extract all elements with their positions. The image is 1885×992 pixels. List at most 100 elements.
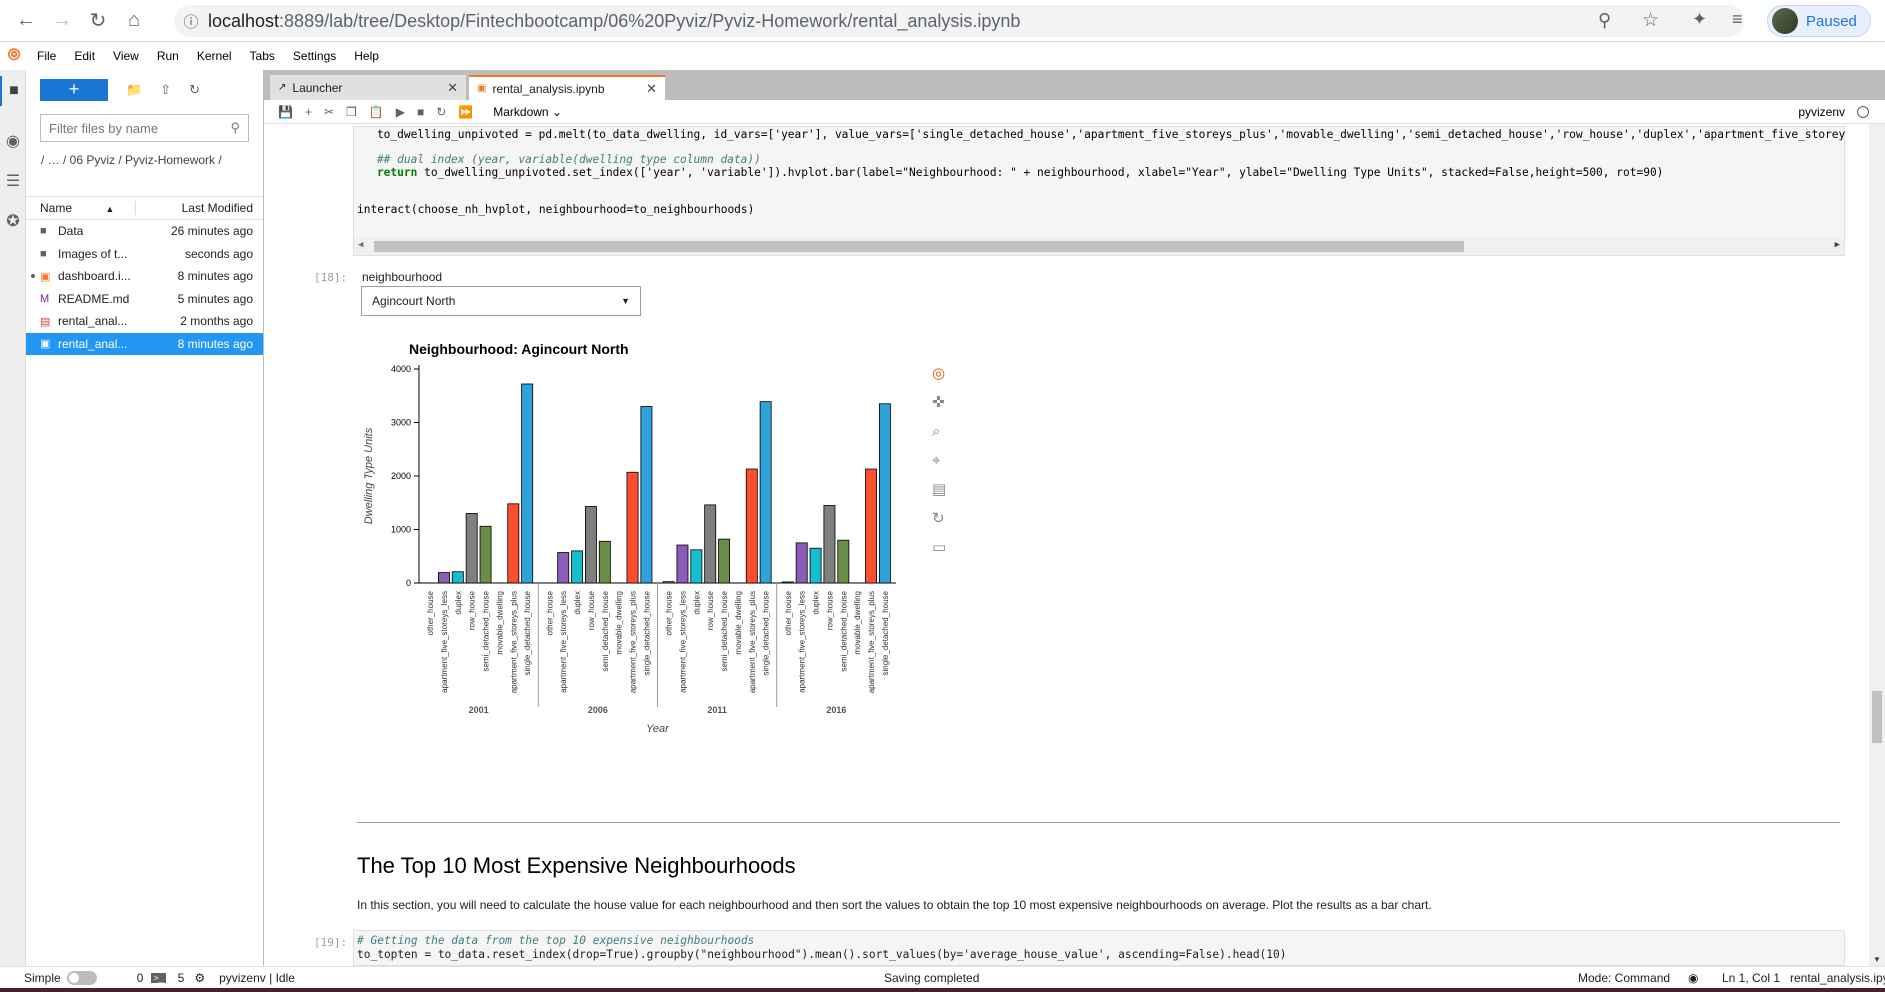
- close-icon[interactable]: ✕: [447, 80, 458, 96]
- run-icon[interactable]: ▶: [396, 105, 405, 119]
- tab-bar: ↗ Launcher ✕ ▣ rental_analysis.ipynb ✕: [264, 70, 1885, 100]
- neighbourhood-dropdown[interactable]: Agincourt North ▼: [361, 286, 641, 316]
- address-bar[interactable]: ⓘ localhost:8889/lab/tree/Desktop/Fintec…: [174, 5, 1744, 37]
- filter-files-input[interactable]: Filter files by name ⚲: [40, 114, 249, 142]
- simple-mode-toggle[interactable]: [66, 970, 97, 985]
- x-category-label: apartment_five_storeys_plus: [867, 591, 876, 693]
- menu-view[interactable]: View: [104, 49, 148, 63]
- x-category-label: row_house: [825, 590, 834, 630]
- output-prompt: [18]:: [314, 271, 348, 284]
- kernel-state[interactable]: pyvizenv | Idle: [219, 971, 295, 985]
- running-sessions-icon[interactable]: ◉: [0, 126, 26, 156]
- menu-run[interactable]: Run: [148, 49, 188, 63]
- bar: [837, 539, 850, 584]
- column-name-header[interactable]: Name ▲: [26, 201, 136, 215]
- x-category-label: semi_detached_house: [601, 590, 610, 671]
- stop-icon[interactable]: ■: [417, 105, 424, 119]
- scrollbar-thumb[interactable]: [374, 241, 1464, 252]
- home-icon[interactable]: ⌂: [116, 3, 152, 39]
- menu-tabs[interactable]: Tabs: [241, 49, 284, 63]
- tab-rental-analysis[interactable]: ▣ rental_analysis.ipynb ✕: [469, 75, 665, 100]
- bar: [557, 552, 570, 584]
- code-cell-editor[interactable]: to_dwelling_unpivoted = pd.melt(to_data_…: [353, 126, 1845, 256]
- menu-help[interactable]: Help: [345, 49, 388, 63]
- vertical-scroll-thumb[interactable]: [1872, 691, 1882, 743]
- wheel-zoom-icon[interactable]: ⌖: [932, 451, 941, 469]
- scroll-down-icon[interactable]: ▼: [1873, 955, 1881, 964]
- toc-icon[interactable]: ☰: [0, 166, 26, 196]
- file-row[interactable]: ▣ rental_anal... 8 minutes ago: [26, 332, 263, 355]
- x-category-label: other_house: [784, 590, 793, 635]
- x-category-label: movable_dwelling: [734, 591, 743, 655]
- new-launcher-button[interactable]: +: [40, 79, 108, 101]
- new-folder-icon[interactable]: 📁: [126, 82, 142, 98]
- paste-icon[interactable]: 📋: [369, 105, 384, 119]
- profile-button[interactable]: Paused: [1767, 5, 1871, 37]
- restart-icon[interactable]: ↻: [436, 105, 446, 119]
- menu-settings[interactable]: Settings: [284, 49, 345, 63]
- scroll-right-icon[interactable]: ▶: [1835, 240, 1840, 250]
- menu-edit[interactable]: Edit: [65, 49, 104, 63]
- bokeh-logo-icon[interactable]: ◎: [932, 364, 945, 382]
- code-line-3: return to_dwelling_unpivoted.set_index([…: [350, 166, 1664, 179]
- file-row[interactable]: ▣ dashboard.i... 8 minutes ago: [26, 265, 263, 288]
- x-category-label: other_house: [426, 590, 435, 635]
- file-list: ■ Data 26 minutes ago ■ Images of t... second…: [26, 220, 263, 355]
- file-name: dashboard.i...: [58, 269, 130, 284]
- notification-icon[interactable]: ◉: [1688, 971, 1698, 985]
- file-browser-icon[interactable]: ■: [0, 76, 26, 106]
- file-row[interactable]: ▤ rental_anal... 2 months ago: [26, 310, 263, 333]
- cut-icon[interactable]: ✂: [324, 105, 334, 119]
- tab-launcher-label: Launcher: [292, 80, 343, 95]
- reading-list-icon[interactable]: ≡: [1732, 9, 1743, 30]
- breadcrumb[interactable]: / … / 06 Pyviz / Pyviz-Homework /: [41, 152, 249, 190]
- kernel-name[interactable]: pyvizenv: [1798, 105, 1845, 119]
- tab-launcher[interactable]: ↗ Launcher ✕: [270, 75, 466, 100]
- bar: [571, 550, 584, 584]
- site-info-icon[interactable]: ⓘ: [174, 11, 208, 32]
- save-icon[interactable]: 💾: [278, 105, 293, 119]
- code-cell-19-editor[interactable]: # Getting the data from the top 10 expen…: [353, 930, 1845, 966]
- zoom-icon[interactable]: ⚲: [1598, 10, 1611, 31]
- x-category-label: semi_detached_house: [720, 590, 729, 671]
- insert-cell-icon[interactable]: +: [305, 105, 312, 119]
- file-row[interactable]: ■ Data 26 minutes ago: [26, 220, 263, 243]
- scroll-left-icon[interactable]: ◀: [358, 240, 363, 250]
- vertical-scrollbar[interactable]: ▼: [1869, 124, 1885, 966]
- save-icon[interactable]: ▤: [932, 480, 946, 498]
- extensions-icon[interactable]: ✦: [1692, 9, 1707, 30]
- pan-icon[interactable]: ✜: [932, 393, 945, 411]
- bookmark-star-icon[interactable]: ☆: [1642, 9, 1659, 32]
- x-category-label: apartment_five_storeys_less: [559, 591, 568, 693]
- menu-file[interactable]: File: [28, 49, 65, 63]
- x-category-label: semi_detached_house: [482, 590, 491, 671]
- copy-icon[interactable]: ❐: [346, 105, 357, 119]
- back-icon[interactable]: ←: [8, 3, 44, 39]
- menu-kernel[interactable]: Kernel: [188, 49, 241, 63]
- file-name: Data: [58, 224, 84, 239]
- hover-icon[interactable]: ▭: [932, 538, 946, 556]
- close-icon[interactable]: ✕: [646, 81, 657, 97]
- extension-manager-icon[interactable]: ✪: [0, 206, 26, 236]
- cell-type-select[interactable]: Markdown ⌄: [493, 105, 562, 119]
- reset-icon[interactable]: ↻: [932, 509, 945, 527]
- upload-icon[interactable]: ⇧: [160, 82, 171, 98]
- cursor-position[interactable]: Ln 1, Col 1: [1722, 971, 1780, 985]
- notebook-icon: ▣: [40, 338, 51, 351]
- cell-type-value: Markdown: [493, 104, 549, 119]
- y-axis-label: Dwelling Type Units: [363, 427, 375, 524]
- markdown-icon: M: [40, 292, 50, 305]
- column-modified-header[interactable]: Last Modified: [136, 201, 263, 215]
- notebook-icon: ▣: [40, 270, 51, 283]
- forward-icon[interactable]: →: [44, 3, 80, 39]
- box-zoom-icon[interactable]: ⌕: [932, 422, 940, 440]
- bar: [823, 505, 836, 584]
- fast-forward-icon[interactable]: ⏩: [458, 105, 473, 119]
- file-row[interactable]: M README.md 5 minutes ago: [26, 288, 263, 311]
- refresh-icon[interactable]: ↻: [189, 82, 200, 98]
- reload-icon[interactable]: ↻: [80, 3, 116, 39]
- horizontal-scrollbar[interactable]: ◀ ▶: [354, 238, 1844, 255]
- markdown-paragraph: In this section, you will need to calcul…: [357, 898, 1432, 912]
- y-tick-label: 3000: [391, 418, 411, 428]
- file-row[interactable]: ■ Images of t... seconds ago: [26, 243, 263, 266]
